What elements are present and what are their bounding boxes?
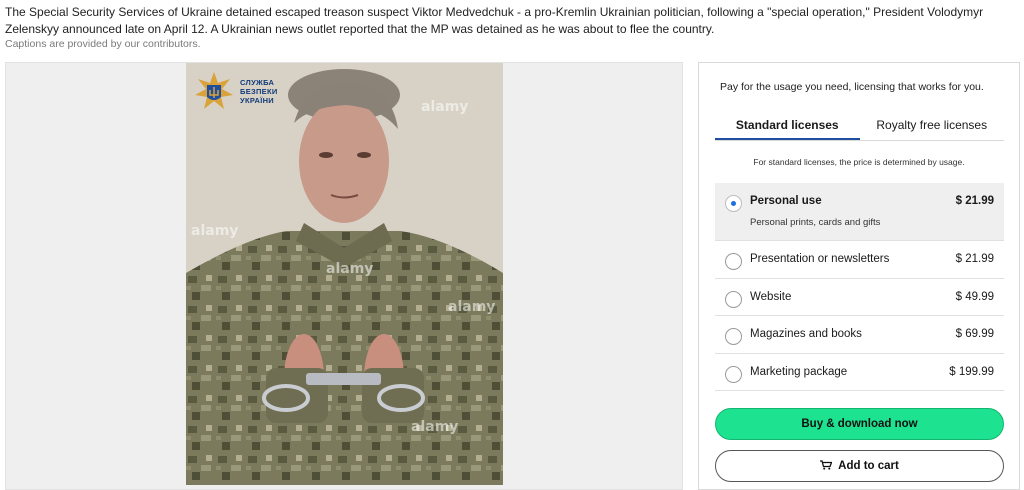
option-label: Personal use <box>750 195 822 207</box>
alamy-watermark-icon: alamy <box>411 419 459 435</box>
option-marketing-package[interactable]: Marketing package $ 199.99 <box>715 354 1004 391</box>
ssu-logo: СЛУЖБА БЕЗПЕКИ УКРАЇНИ <box>194 71 278 111</box>
option-description: Personal prints, cards and gifts <box>750 217 881 228</box>
alamy-watermark-icon: alamy <box>326 261 374 277</box>
option-price: $ 199.99 <box>949 365 994 378</box>
image-preview-panel: СЛУЖБА БЕЗПЕКИ УКРАЇНИ alamy alamy alamy… <box>5 62 683 490</box>
option-label: Website <box>750 290 792 303</box>
tab-royalty-free-licenses[interactable]: Royalty free licenses <box>860 113 1005 140</box>
option-price: $ 21.99 <box>955 195 994 207</box>
option-personal-use[interactable]: Personal use Personal prints, cards and … <box>715 183 1004 241</box>
caption-note: Captions are provided by our contributor… <box>5 38 201 50</box>
license-intro: Pay for the usage you need, licensing th… <box>720 81 984 93</box>
radio-button[interactable] <box>725 195 742 212</box>
tab-standard-licenses[interactable]: Standard licenses <box>715 113 860 140</box>
radio-button[interactable] <box>725 290 742 308</box>
radio-button[interactable] <box>725 365 742 383</box>
alamy-watermark-icon: alamy <box>448 299 496 315</box>
add-to-cart-button[interactable]: Add to cart <box>715 450 1004 482</box>
option-label: Presentation or newsletters <box>750 253 890 265</box>
license-tabs: Standard licenses Royalty free licenses <box>715 113 1004 141</box>
option-label: Marketing package <box>750 365 848 378</box>
radio-button[interactable] <box>725 253 742 270</box>
option-label: Magazines and books <box>750 328 862 340</box>
cart-icon <box>820 460 833 470</box>
image-caption: The Special Security Services of Ukraine… <box>5 5 984 36</box>
buy-download-button[interactable]: Buy & download now <box>715 408 1004 440</box>
add-to-cart-label: Add to cart <box>838 460 899 472</box>
option-website[interactable]: Website $ 49.99 <box>715 279 1004 316</box>
radio-button[interactable] <box>725 328 742 345</box>
ssu-shield-icon <box>195 72 233 109</box>
usage-note: For standard licenses, the price is dete… <box>753 157 965 167</box>
option-price: $ 49.99 <box>955 290 994 303</box>
option-magazines-and-books[interactable]: Magazines and books $ 69.99 <box>715 316 1004 354</box>
license-options: Personal use Personal prints, cards and … <box>715 183 1004 391</box>
alamy-watermark-icon: alamy <box>191 223 239 239</box>
option-price: $ 21.99 <box>955 253 994 265</box>
option-price: $ 69.99 <box>955 328 994 340</box>
alamy-watermark-icon: alamy <box>421 99 469 115</box>
ssu-logo-text: СЛУЖБА БЕЗПЕКИ УКРАЇНИ <box>240 77 278 105</box>
license-panel: Pay for the usage you need, licensing th… <box>698 62 1020 490</box>
stock-photo[interactable]: СЛУЖБА БЕЗПЕКИ УКРАЇНИ alamy alamy alamy… <box>186 63 503 485</box>
option-presentation-or-newsletters[interactable]: Presentation or newsletters $ 21.99 <box>715 241 1004 279</box>
